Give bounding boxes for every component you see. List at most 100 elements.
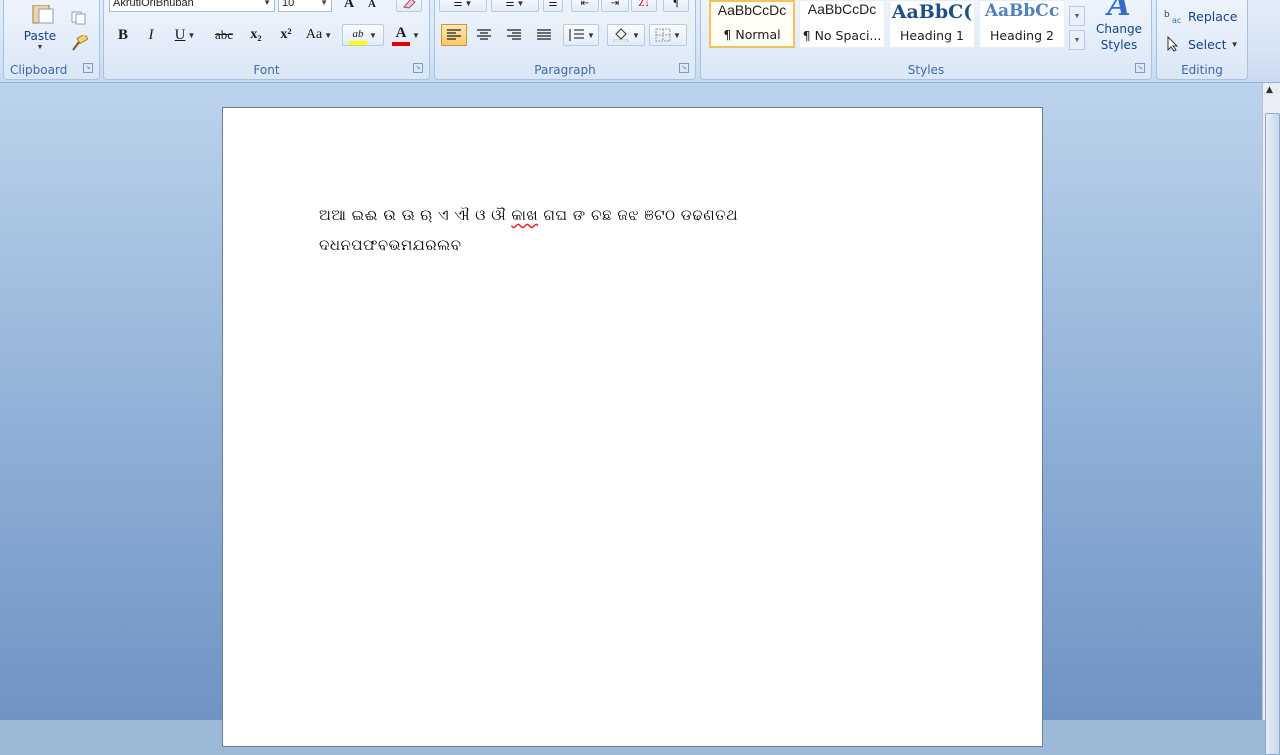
change-case-dropdown-icon[interactable]: ▼ bbox=[324, 31, 332, 40]
select-button[interactable]: Select ▼ bbox=[1163, 33, 1245, 55]
bullets-button[interactable]: ☰ ▼ bbox=[439, 0, 487, 12]
highlight-dropdown-icon[interactable]: ▼ bbox=[369, 31, 377, 40]
underline-dropdown-icon[interactable]: ▼ bbox=[187, 31, 195, 40]
styles-more-button[interactable]: ▼ bbox=[1069, 30, 1085, 50]
styles-scroll-up-button[interactable]: ▼ bbox=[1069, 6, 1085, 26]
underline-button[interactable]: U ▼ bbox=[168, 24, 202, 46]
italic-button[interactable]: I bbox=[140, 24, 162, 46]
align-left-button[interactable] bbox=[441, 24, 467, 46]
vertical-scrollbar[interactable]: ▲ bbox=[1262, 83, 1280, 755]
align-right-button[interactable] bbox=[501, 24, 527, 46]
font-family-combo[interactable]: AkrutiOriBhuban ▼ bbox=[109, 0, 275, 12]
font-color-button[interactable]: A ▼ bbox=[388, 24, 424, 46]
misspelled-word[interactable]: କାଖ bbox=[511, 206, 538, 224]
numbering-icon: ☰ bbox=[505, 0, 515, 9]
paste-dropdown-icon[interactable]: ▼ bbox=[37, 43, 44, 51]
numbering-dropdown-icon[interactable]: ▼ bbox=[517, 0, 525, 8]
change-styles-label: Change Styles bbox=[1096, 22, 1142, 52]
font-family-dropdown-icon[interactable]: ▼ bbox=[263, 0, 271, 11]
document-line-2[interactable]: ଦଧନପଫବଭମଯରଲବ bbox=[319, 236, 461, 254]
justify-icon bbox=[537, 29, 551, 40]
justify-button[interactable] bbox=[531, 24, 557, 46]
paste-button[interactable]: Paste ▼ bbox=[12, 0, 68, 56]
font-size-dropdown-icon[interactable]: ▼ bbox=[320, 0, 328, 11]
shading-dropdown-icon[interactable]: ▼ bbox=[632, 31, 640, 40]
copy-button[interactable] bbox=[68, 8, 90, 28]
change-styles-button[interactable]: A Change Styles bbox=[1091, 0, 1147, 58]
text-highlight-button[interactable]: ab ▼ bbox=[342, 24, 384, 46]
borders-button[interactable]: ▼ bbox=[649, 24, 687, 46]
borders-dropdown-icon[interactable]: ▼ bbox=[673, 31, 681, 40]
document-line-1[interactable]: ଅଆ ଇଈ ଉ ଊ ଋ ଏ ଐ ଓ ଔ କାଖ ଗଘ ଙ ଚଛ ଜଝ ଞଟଠ ଡ… bbox=[319, 206, 738, 224]
replace-icon: bac bbox=[1164, 10, 1181, 24]
font-color-dropdown-icon[interactable]: ▼ bbox=[412, 31, 420, 40]
line-spacing-icon bbox=[569, 29, 585, 41]
sort-icon: Z↓ bbox=[638, 0, 650, 9]
font-dialog-launcher[interactable]: ↘ bbox=[413, 63, 423, 73]
paint-bucket-icon bbox=[613, 28, 629, 42]
style-no-spacing-preview: AaBbCcDc bbox=[807, 1, 877, 17]
copy-icon bbox=[71, 11, 86, 25]
change-case-button[interactable]: Aa ▼ bbox=[302, 24, 336, 46]
style-no-spacing[interactable]: AaBbCcDc ¶ No Spaci... bbox=[799, 0, 885, 48]
editing-group: b ac Replace Select ▼ Editing bbox=[1156, 0, 1248, 80]
shading-button[interactable]: ▼ bbox=[607, 24, 645, 46]
replace-label: Replace bbox=[1188, 8, 1238, 24]
line-spacing-dropdown-icon[interactable]: ▼ bbox=[587, 31, 595, 40]
clipboard-dialog-launcher[interactable]: ↘ bbox=[83, 63, 93, 73]
bullets-dropdown-icon[interactable]: ▼ bbox=[465, 0, 473, 8]
align-center-button[interactable] bbox=[471, 24, 497, 46]
styles-dialog-launcher[interactable]: ↘ bbox=[1135, 63, 1145, 73]
scroll-up-icon[interactable]: ▲ bbox=[1266, 85, 1273, 95]
increase-indent-button[interactable]: ⇥ bbox=[601, 0, 629, 12]
font-color-glyph: A bbox=[395, 24, 407, 41]
show-formatting-button[interactable]: ¶ bbox=[663, 0, 689, 12]
select-dropdown-icon[interactable]: ▼ bbox=[1231, 40, 1239, 49]
font-size-combo[interactable]: 10 ▼ bbox=[278, 0, 332, 12]
subscript-button[interactable]: x₂ bbox=[244, 24, 268, 46]
paragraph-dialog-launcher[interactable]: ↘ bbox=[679, 63, 689, 73]
paste-label: Paste bbox=[23, 29, 57, 43]
text-run: ଗଘ ଙ ଚଛ ଜଝ ଞଟଠ ଡଢଣତଥ bbox=[543, 206, 739, 224]
style-no-spacing-name: ¶ No Spaci... bbox=[802, 28, 882, 43]
sort-button[interactable]: Z↓ bbox=[631, 0, 657, 12]
line-spacing-button[interactable]: ▼ bbox=[563, 24, 599, 46]
bold-icon: B bbox=[117, 26, 128, 43]
clear-formatting-button[interactable] bbox=[396, 0, 422, 12]
strikethrough-button[interactable]: abc bbox=[210, 24, 238, 46]
chevron-down-icon: ▼ bbox=[1073, 12, 1081, 20]
change-styles-icon: A bbox=[1107, 0, 1131, 23]
replace-button[interactable]: b ac Replace bbox=[1163, 5, 1245, 27]
grow-font-button[interactable]: A bbox=[338, 0, 360, 12]
multilevel-list-button[interactable]: ☰ bbox=[543, 0, 563, 12]
superscript-button[interactable]: x² bbox=[274, 24, 298, 46]
style-heading-1[interactable]: AaBbC( Heading 1 bbox=[889, 0, 975, 48]
grow-font-icon: A bbox=[343, 0, 355, 11]
shrink-font-icon: A bbox=[368, 0, 376, 10]
shrink-font-button[interactable]: A bbox=[362, 0, 382, 12]
paragraph-group-label: Paragraph bbox=[534, 63, 596, 77]
font-group: AkrutiOriBhuban ▼ 10 ▼ A A B I U ▼ abc x… bbox=[103, 0, 430, 80]
style-heading-2-preview: AaBbCc bbox=[984, 1, 1060, 21]
bold-button[interactable]: B bbox=[112, 24, 134, 46]
format-painter-icon bbox=[72, 35, 88, 51]
text-run: ଦଧନପଫବଭମଯରଲବ bbox=[319, 236, 462, 254]
document-page[interactable]: ଅଆ ଇଈ ଉ ଊ ଋ ଏ ଐ ଓ ଔ କାଖ ଗଘ ଙ ଚଛ ଜଝ ଞଟଠ ଡ… bbox=[222, 107, 1043, 747]
decrease-indent-button[interactable]: ⇤ bbox=[571, 0, 599, 12]
style-heading-1-name: Heading 1 bbox=[900, 28, 964, 43]
style-heading-2-name: Heading 2 bbox=[990, 28, 1054, 43]
cursor-arrow-icon bbox=[1167, 36, 1179, 52]
style-heading-2[interactable]: AaBbCc Heading 2 bbox=[979, 0, 1065, 48]
align-left-icon bbox=[447, 29, 461, 40]
style-normal[interactable]: AaBbCcDc ¶ Normal bbox=[709, 0, 795, 48]
format-painter-button[interactable] bbox=[68, 33, 90, 53]
highlight-icon-glyph: ab bbox=[352, 27, 364, 40]
scrollbar-thumb[interactable] bbox=[1265, 113, 1280, 755]
eraser-icon bbox=[403, 0, 416, 9]
numbering-button[interactable]: ☰ ▼ bbox=[491, 0, 539, 12]
subscript-icon: x₂ bbox=[250, 27, 262, 42]
decrease-indent-icon: ⇤ bbox=[580, 0, 590, 9]
font-color-swatch bbox=[392, 41, 411, 46]
paste-icon bbox=[32, 5, 54, 24]
more-icon: ▼ bbox=[1073, 36, 1081, 44]
